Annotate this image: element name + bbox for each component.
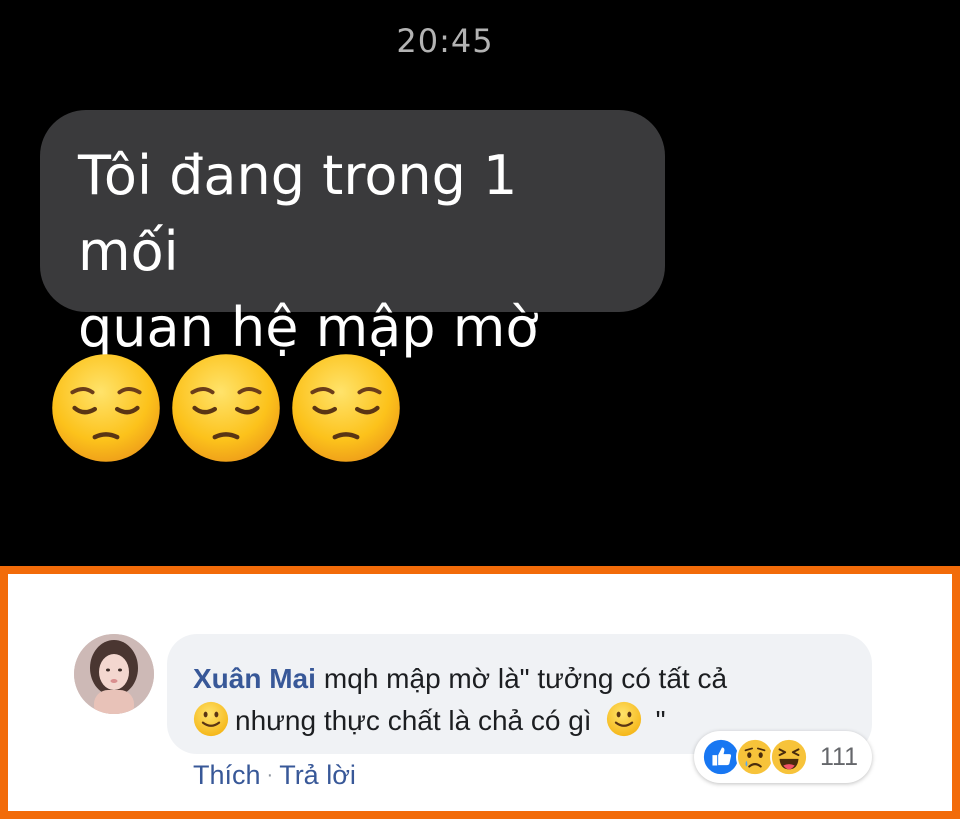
- comment-text-part-2: nhưng thực chất là chả có gì: [235, 705, 592, 736]
- avatar[interactable]: [74, 634, 154, 714]
- chat-screen: 20:45 Tôi đang trong 1 mối quan hệ mập m…: [0, 0, 960, 566]
- reaction-count: 111: [820, 742, 859, 771]
- reply-link[interactable]: Trả lời: [279, 760, 356, 790]
- comment-actions: Thích · Trả lời: [193, 760, 356, 791]
- received-message-bubble[interactable]: Tôi đang trong 1 mối quan hệ mập mờ: [40, 110, 665, 359]
- comment-text-part-1: mqh mập mờ là" tưởng có tất cả: [323, 663, 728, 694]
- like-reaction-icon: [702, 738, 740, 776]
- pensive-face-icon: [292, 354, 400, 462]
- like-comment-link[interactable]: Thích: [193, 760, 261, 790]
- message-timestamp: 20:45: [396, 22, 494, 60]
- action-separator: ·: [266, 764, 274, 786]
- comment-text-part-3: ": [655, 705, 666, 736]
- sad-reaction-icon: [736, 738, 774, 776]
- pensive-face-icon: [172, 354, 280, 462]
- comment-section: Xuân Mai mqh mập mờ là" tưởng có tất cả n…: [8, 574, 952, 811]
- haha-reaction-icon: [770, 738, 808, 776]
- highlighted-comment-frame: Xuân Mai mqh mập mờ là" tưởng có tất cả n…: [0, 566, 960, 819]
- message-line-1: Tôi đang trong 1 mối: [78, 144, 518, 283]
- emoji-message[interactable]: [50, 352, 402, 467]
- comment-author-link[interactable]: Xuân Mai: [193, 663, 316, 694]
- profile-photo: [74, 634, 154, 714]
- slightly-smiling-face-icon: [606, 701, 641, 737]
- pensive-face-icon: [52, 354, 160, 462]
- slightly-smiling-face-icon: [193, 701, 229, 737]
- reactions-summary[interactable]: 111: [694, 731, 873, 783]
